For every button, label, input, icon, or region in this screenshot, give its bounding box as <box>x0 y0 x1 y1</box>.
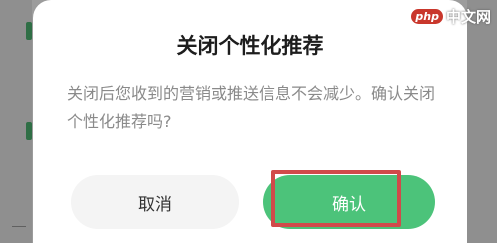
confirm-button[interactable]: 确认 <box>263 175 435 229</box>
background-right-edge <box>467 0 497 243</box>
watermark-logo: php <box>411 9 443 24</box>
dialog-title: 关闭个性化推荐 <box>176 34 324 58</box>
background-accent-mark <box>26 122 32 140</box>
background-divider <box>12 226 26 227</box>
cancel-button[interactable]: 取消 <box>71 175 239 229</box>
confirm-dialog: 关闭个性化推荐 关闭后您收到的营销或推送信息不会减少。确认关闭个性化推荐吗? 取… <box>33 0 467 243</box>
dialog-message: 关闭后您收到的营销或推送信息不会减少。确认关闭个性化推荐吗? <box>67 84 436 131</box>
watermark-text: 中文网 <box>445 8 491 26</box>
watermark: php 中文网 <box>411 6 491 27</box>
background-accent-mark <box>26 22 32 40</box>
